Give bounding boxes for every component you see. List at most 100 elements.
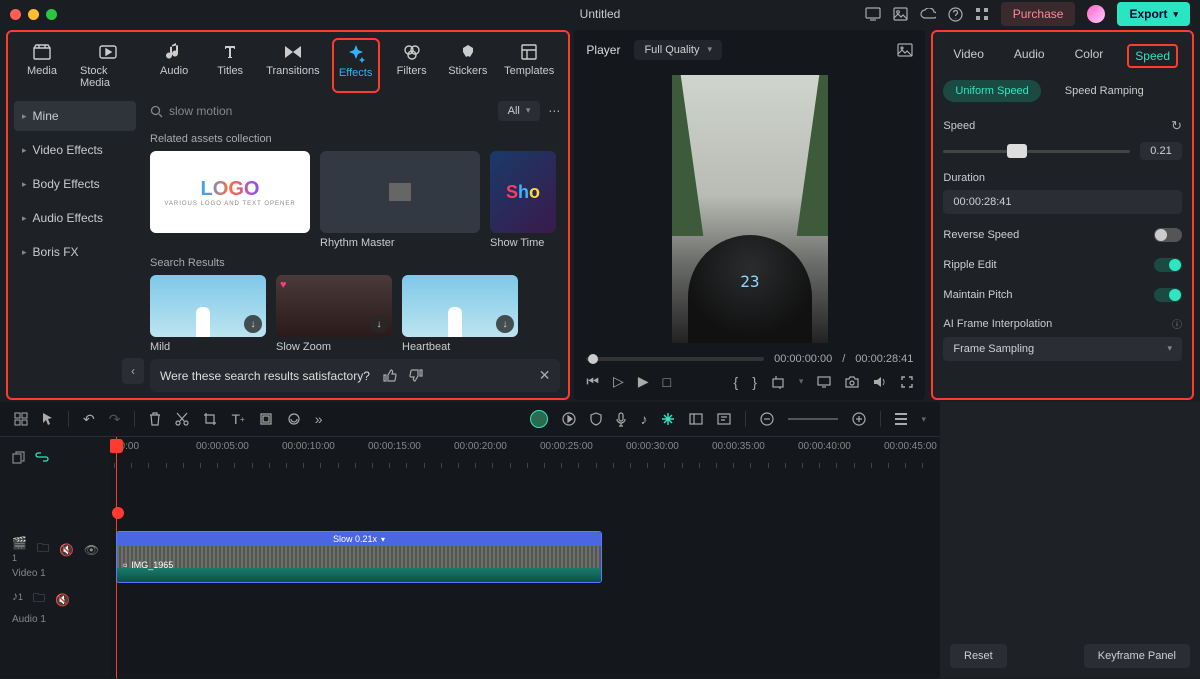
tab-video[interactable]: Video (947, 44, 989, 68)
grid-icon[interactable] (14, 412, 28, 426)
sidebar-item-audio-effects[interactable]: ▸Audio Effects (14, 203, 136, 233)
mark-in-icon[interactable]: { (734, 374, 739, 390)
track-mute-icon[interactable]: 🔇 (55, 589, 70, 610)
user-avatar[interactable] (1087, 5, 1105, 23)
info-icon[interactable]: ⓘ (1172, 316, 1182, 331)
track-visible-icon[interactable]: 👁 (84, 536, 99, 564)
tab-effects[interactable]: Effects (332, 38, 380, 93)
display-icon[interactable] (817, 376, 831, 388)
thumbs-up-icon[interactable] (382, 368, 397, 383)
speed-slider[interactable] (943, 150, 1130, 153)
zoom-out-icon[interactable] (760, 412, 774, 426)
uniform-speed-mode[interactable]: Uniform Speed (943, 80, 1040, 102)
play-icon[interactable]: ▶ (638, 373, 649, 390)
track-mute-icon[interactable]: 🔇 (59, 536, 74, 564)
link-tracks-icon[interactable] (35, 452, 49, 462)
download-icon[interactable]: ↓ (370, 315, 388, 333)
more-tools-icon[interactable]: » (315, 411, 323, 427)
mark-out-icon[interactable]: } (752, 374, 757, 390)
result-mild[interactable]: ↓ Mild (150, 275, 266, 353)
reset-speed-icon[interactable]: ↻ (1171, 118, 1182, 134)
playhead-handle[interactable] (110, 439, 123, 453)
play-back-icon[interactable]: ▷ (613, 373, 624, 390)
keyframe-panel-button[interactable]: Keyframe Panel (1084, 644, 1190, 668)
audio-track[interactable] (110, 587, 940, 627)
export-button[interactable]: Export▾ (1117, 2, 1190, 26)
sidebar-item-boris-fx[interactable]: ▸Boris FX (14, 237, 136, 267)
tab-titles[interactable]: Titles (206, 38, 254, 93)
more-options-icon[interactable]: ⋯ (548, 104, 560, 118)
tab-media[interactable]: Media (18, 38, 66, 93)
snapshot-icon[interactable] (897, 43, 913, 57)
minimize-window[interactable] (28, 9, 39, 20)
shield-icon[interactable] (590, 412, 602, 426)
pointer-icon[interactable] (42, 412, 54, 426)
stop-icon[interactable]: □ (663, 374, 671, 390)
camera-icon[interactable] (845, 376, 859, 388)
marker-tool-icon[interactable] (717, 413, 731, 425)
download-icon[interactable]: ↓ (496, 315, 514, 333)
track-folder-icon[interactable]: 🗀 (37, 536, 49, 564)
quality-dropdown[interactable]: Full Quality▾ (634, 40, 722, 60)
undo-icon[interactable]: ↶ (83, 411, 95, 428)
help-icon[interactable] (948, 7, 963, 22)
close-window[interactable] (10, 9, 21, 20)
purchase-button[interactable]: Purchase (1001, 2, 1076, 26)
asset-logo-display[interactable]: LOGOVARIOUS LOGO AND TEXT OPENERLogo Dis… (150, 151, 310, 249)
volume-icon[interactable] (873, 376, 887, 388)
tab-color[interactable]: Color (1069, 44, 1110, 68)
maximize-window[interactable] (46, 9, 57, 20)
delete-icon[interactable] (149, 412, 161, 426)
speed-ramping-mode[interactable]: Speed Ramping (1053, 80, 1156, 102)
sidebar-item-mine[interactable]: ▸Mine (14, 101, 136, 131)
ripple-edit-toggle[interactable] (1154, 258, 1182, 272)
interpolation-select[interactable]: Frame Sampling▾ (943, 337, 1182, 361)
back-button[interactable]: ‹ (122, 358, 144, 384)
asset-rhythm-master[interactable]: Rhythm Master (320, 151, 480, 249)
snap-icon[interactable] (661, 412, 675, 426)
asset-show-time[interactable]: Sho Show Time (490, 151, 556, 249)
tab-transitions[interactable]: Transitions (262, 38, 324, 93)
speed-value[interactable]: 0.21 (1140, 142, 1182, 160)
tab-stickers[interactable]: Stickers (444, 38, 492, 93)
close-icon[interactable]: ✕ (539, 367, 551, 384)
text-tool-icon[interactable]: T+ (231, 411, 244, 427)
track-folder-icon[interactable]: 🗀 (33, 589, 45, 610)
maintain-pitch-toggle[interactable] (1154, 288, 1182, 302)
timeline-tracks[interactable]: 00:00 00:00:05:00 00:00:10:00 00:00:15:0… (110, 437, 940, 678)
thumbs-down-icon[interactable] (409, 368, 424, 383)
search-input[interactable]: slow motion (150, 104, 490, 118)
download-icon[interactable]: ↓ (244, 315, 262, 333)
sidebar-item-body-effects[interactable]: ▸Body Effects (14, 169, 136, 199)
seek-bar[interactable] (586, 357, 764, 361)
mic-icon[interactable] (616, 412, 626, 427)
tab-templates[interactable]: Templates (500, 38, 559, 93)
marker-icon[interactable] (112, 507, 124, 519)
crop-icon[interactable] (771, 375, 785, 389)
tab-audio[interactable]: Audio (1008, 44, 1051, 68)
time-ruler[interactable]: 00:00 00:00:05:00 00:00:10:00 00:00:15:0… (110, 437, 940, 477)
crop-tool-icon[interactable] (203, 412, 217, 426)
frame-icon[interactable] (259, 412, 273, 426)
view-mode-icon[interactable] (895, 413, 907, 425)
ai-avatar-icon[interactable] (530, 410, 548, 428)
adjust-icon[interactable] (689, 413, 703, 425)
fullscreen-icon[interactable] (901, 376, 913, 388)
tab-filters[interactable]: Filters (388, 38, 436, 93)
copy-tracks-icon[interactable] (12, 451, 25, 464)
music-icon[interactable]: ♪ (640, 411, 647, 427)
image-icon[interactable] (893, 7, 908, 21)
play-timeline-icon[interactable] (562, 412, 576, 426)
cut-icon[interactable] (175, 412, 189, 426)
duration-field[interactable]: 00:00:28:41 (943, 190, 1182, 214)
redo-icon[interactable]: ↷ (109, 411, 121, 428)
tab-stock-media[interactable]: Stock Media (74, 38, 142, 93)
cloud-icon[interactable] (920, 8, 936, 20)
result-heartbeat[interactable]: ↓ Heartbeat (402, 275, 518, 353)
filter-dropdown[interactable]: All▾ (498, 101, 541, 121)
zoom-slider[interactable] (788, 418, 838, 420)
result-slow-zoom[interactable]: ♥↓ Slow Zoom (276, 275, 392, 353)
reset-button[interactable]: Reset (950, 644, 1007, 668)
sidebar-item-video-effects[interactable]: ▸Video Effects (14, 135, 136, 165)
tab-audio[interactable]: Audio (150, 38, 198, 93)
